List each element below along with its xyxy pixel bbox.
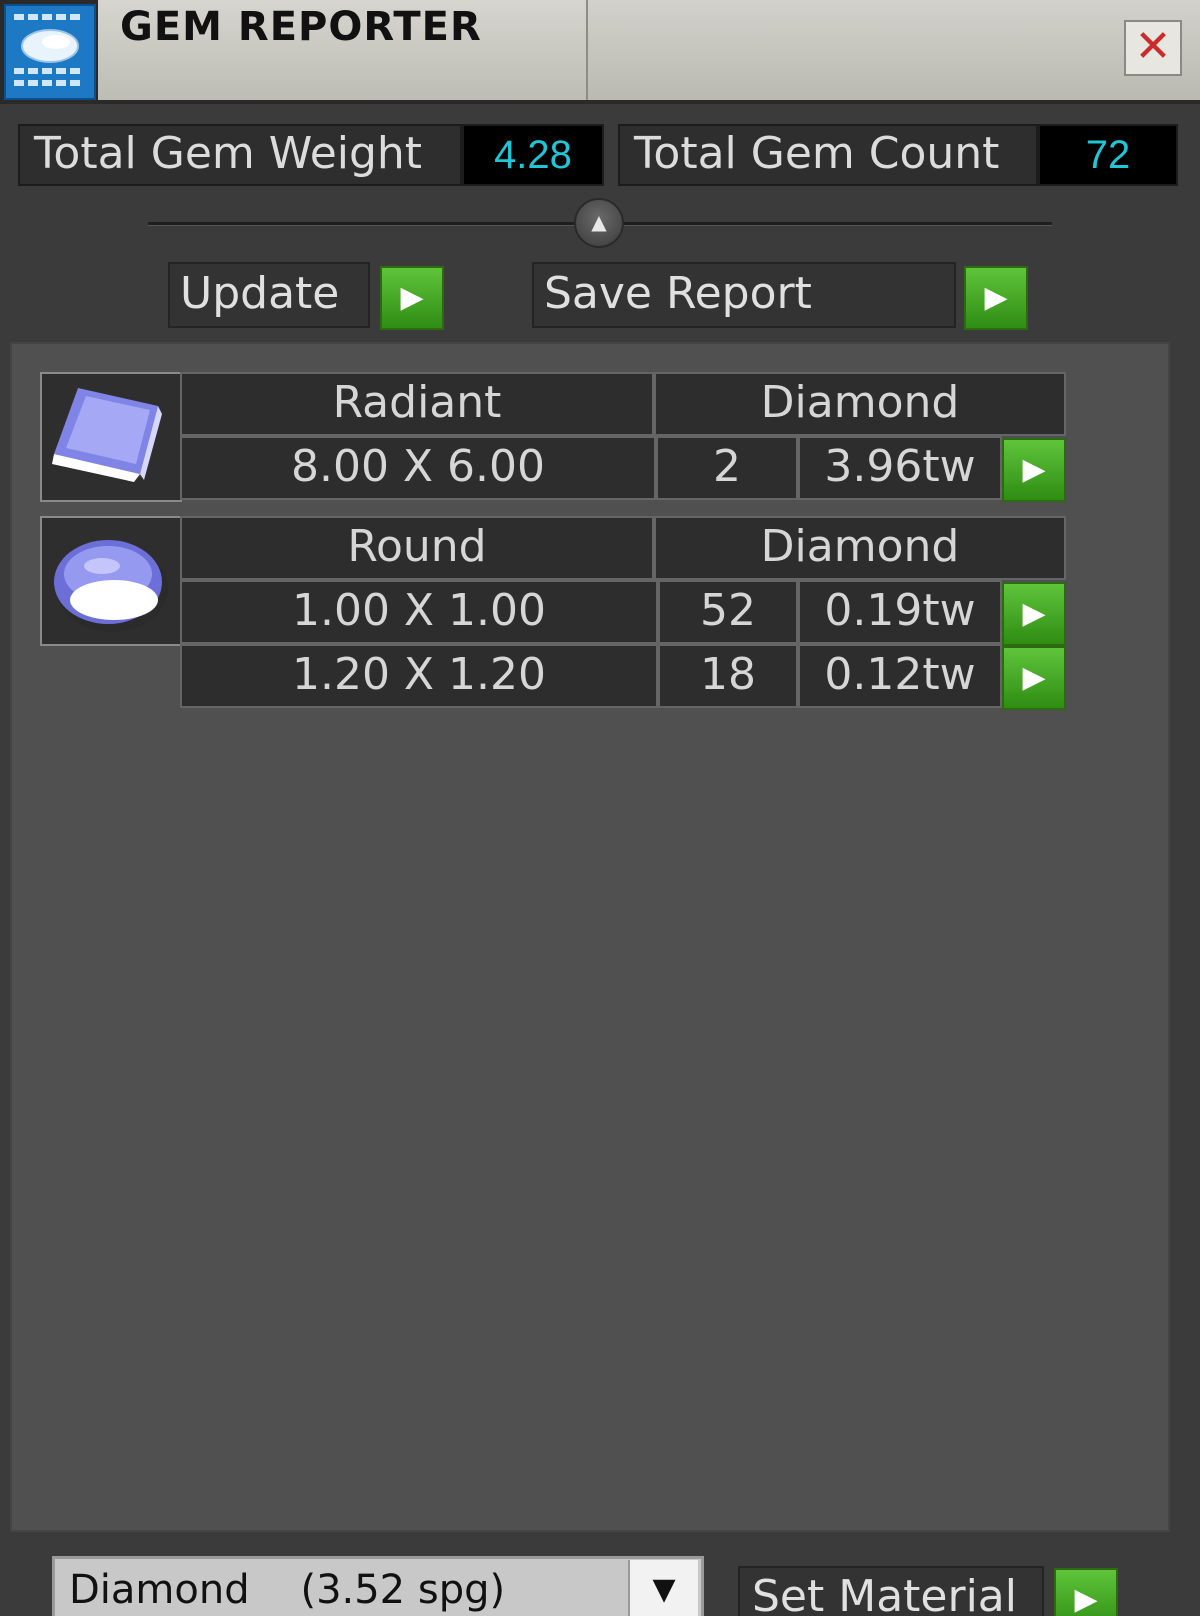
gem-count-cell: 2 — [656, 436, 798, 500]
close-icon: ✕ — [1134, 21, 1172, 72]
gem-count-cell: 52 — [658, 580, 798, 644]
chevron-up-icon: ▲ — [591, 210, 607, 234]
gem-material-cell: Diamond — [654, 372, 1066, 436]
total-gem-weight-value: 4.28 — [462, 124, 604, 186]
gem-group-round-thumbnail — [40, 516, 182, 646]
chevron-down-icon: ▼ — [652, 1572, 676, 1607]
gem-group-radiant-thumbnail — [40, 372, 182, 502]
material-select[interactable]: Diamond (3.52 spg) — [52, 1556, 704, 1616]
radiant-gem-icon — [52, 388, 162, 482]
play-arrow-icon: ▶ — [1022, 660, 1046, 695]
play-arrow-icon: ▶ — [1022, 452, 1046, 487]
window-title: GEM REPORTER — [120, 4, 482, 50]
play-arrow-icon: ▶ — [400, 280, 424, 315]
material-dropdown-button[interactable]: ▼ — [628, 1560, 698, 1616]
gem-size-cell: 8.00 X 6.00 — [180, 436, 656, 500]
gem-size-cell: 1.20 X 1.20 — [180, 644, 658, 708]
update-button[interactable]: ▶ — [380, 266, 444, 330]
gem-row-select-button[interactable]: ▶ — [1002, 582, 1066, 646]
gem-weight-cell: 0.12tw — [798, 644, 1002, 708]
play-arrow-icon: ▶ — [984, 280, 1008, 315]
title-bar-filler — [588, 0, 1200, 100]
gem-weight-cell: 0.19tw — [798, 580, 1002, 644]
save-report-button[interactable]: ▶ — [964, 266, 1028, 330]
gem-size-cell: 1.00 X 1.00 — [180, 580, 658, 644]
update-label: Update — [168, 262, 370, 328]
save-report-label: Save Report — [532, 262, 956, 328]
gem-shape-cell: Radiant — [180, 372, 654, 436]
gem-count-cell: 18 — [658, 644, 798, 708]
close-button[interactable]: ✕ — [1124, 20, 1182, 76]
gem-row-select-button[interactable]: ▶ — [1002, 646, 1066, 710]
gem-reporter-app-icon — [4, 4, 96, 100]
set-material-label: Set Material — [738, 1566, 1044, 1616]
total-gem-weight-label: Total Gem Weight — [18, 124, 462, 186]
gem-weight-cell: 3.96tw — [798, 436, 1002, 500]
gem-list-panel: Radiant Diamond 8.00 X 6.00 2 3.96tw ▶ R… — [10, 342, 1170, 1532]
gem-shape-cell: Round — [180, 516, 654, 580]
collapse-button[interactable]: ▲ — [574, 198, 624, 248]
total-gem-count-value: 72 — [1038, 124, 1178, 186]
play-arrow-icon: ▶ — [1074, 1582, 1098, 1616]
set-material-button[interactable]: ▶ — [1054, 1568, 1118, 1616]
round-gem-icon — [54, 540, 168, 632]
play-arrow-icon: ▶ — [1022, 596, 1046, 631]
material-select-value: Diamond (3.52 spg) — [69, 1567, 506, 1613]
gem-material-cell: Diamond — [654, 516, 1066, 580]
title-bar: GEM REPORTER ✕ — [0, 0, 1200, 104]
gem-row-select-button[interactable]: ▶ — [1002, 438, 1066, 502]
title-tab: GEM REPORTER — [98, 0, 588, 100]
total-gem-count-label: Total Gem Count — [618, 124, 1038, 186]
gem-reporter-window: GEM REPORTER ✕ Total Gem Weight 4.28 Tot… — [0, 0, 1200, 1616]
